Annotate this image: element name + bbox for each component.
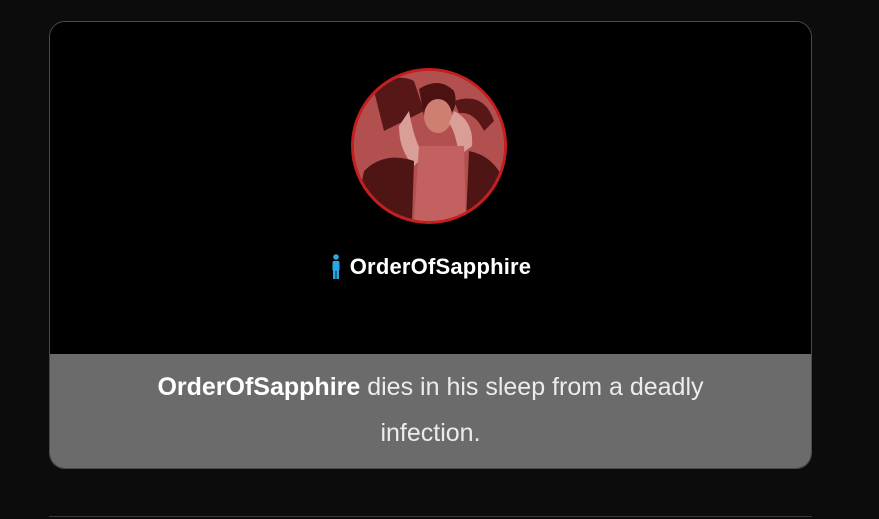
username-row: OrderOfSapphire [50,254,811,280]
message-username: OrderOfSapphire [157,373,361,401]
event-card: OrderOfSapphire OrderOfSapphire dies in … [49,21,812,469]
divider [49,516,812,517]
avatar-image [354,71,504,221]
event-message: OrderOfSapphire dies in his sleep from a… [110,364,751,456]
avatar[interactable] [351,68,507,224]
username[interactable]: OrderOfSapphire [350,254,531,280]
event-message-panel: OrderOfSapphire dies in his sleep from a… [50,354,811,468]
male-person-icon [332,254,340,279]
message-text: dies in his sleep from a deadly infectio… [360,373,704,447]
card-header: OrderOfSapphire [50,22,811,354]
